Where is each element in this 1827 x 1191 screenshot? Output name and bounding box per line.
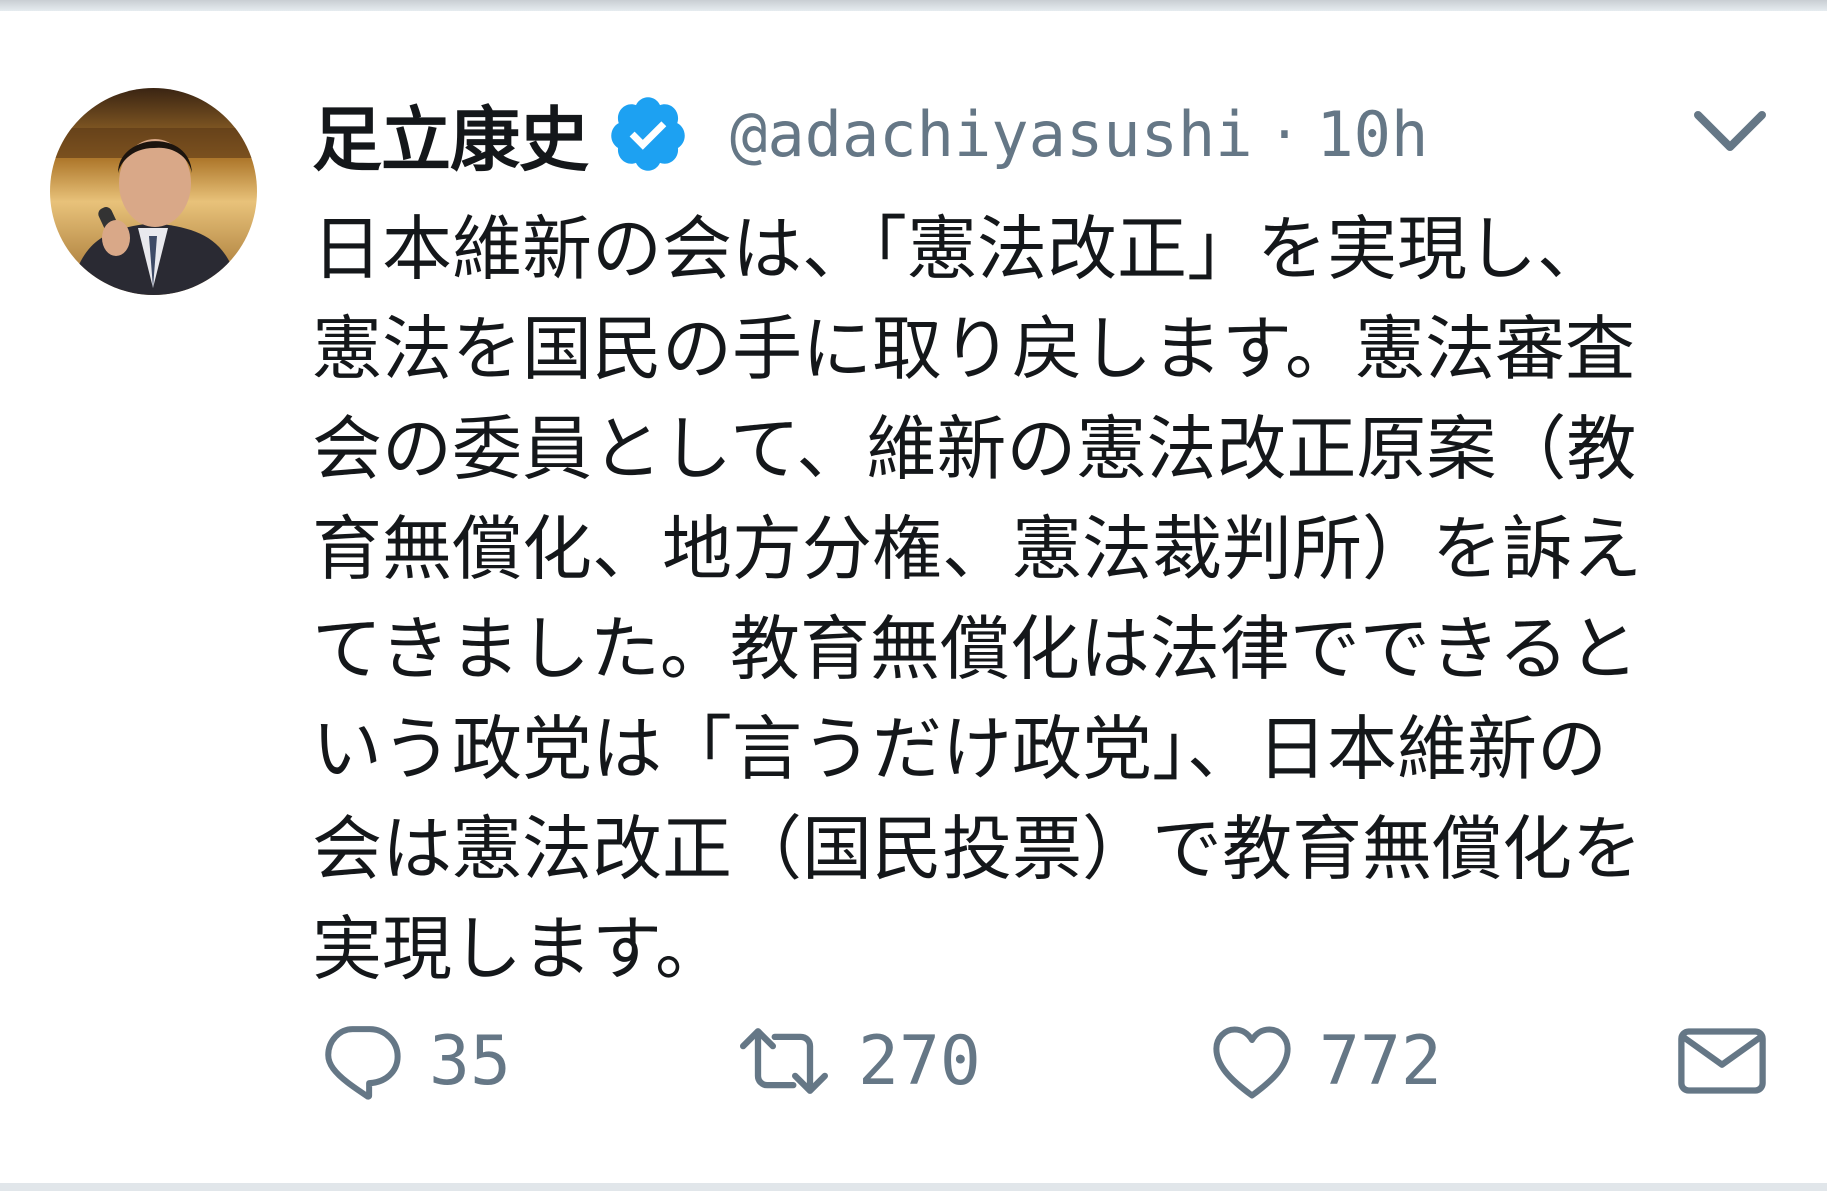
display-name[interactable]: 足立康史 [312,84,589,185]
direct-message-button[interactable] [1674,1011,1770,1111]
tweet-text-line: 実現します。 [312,908,725,990]
verified-badge-icon [611,97,685,171]
heart-icon [1213,1026,1291,1099]
tweet-text-line: 会の委員として、維新の憲法改正原案（教 [312,408,1637,490]
tweet-text-line: いう政党は「言うだけ政党」、日本維新の [312,708,1607,790]
retweet-count: 270 [858,1021,981,1101]
tweet-text-line: 日本維新の会は、「憲法改正」を実現し、 [312,208,1607,290]
avatar-photo [50,88,257,295]
bottom-divider [0,1183,1827,1191]
envelope-icon [1678,1028,1766,1094]
reply-icon [325,1026,401,1100]
tweet-text: 日本維新の会は、「憲法改正」を実現し、 憲法を国民の手に取り戻します。憲法審査 … [312,199,1772,999]
tweet-text-line: 憲法を国民の手に取り戻します。憲法審査 [312,308,1635,390]
tweet-actions: 35 270 772 [312,1011,1777,1111]
timestamp[interactable]: 10h [1316,98,1428,171]
handle[interactable]: @adachiyasushi [730,98,1253,171]
reply-button[interactable]: 35 [317,1011,511,1111]
retweet-icon [739,1028,829,1094]
tweet-text-line: てきました。教育無償化は法律でできると [312,608,1639,690]
top-divider [0,0,1827,11]
chevron-down-icon[interactable] [1690,101,1770,161]
like-button[interactable]: 772 [1207,1011,1442,1111]
tweet-header: 足立康史 @adachiyasushi · 10h [312,79,1428,189]
tweet-card[interactable]: 足立康史 @adachiyasushi · 10h 日本維新の会は、「憲法改正」… [0,11,1827,1183]
separator-dot: · [1274,97,1295,171]
tweet-text-line: 育無償化、地方分権、憲法裁判所）を訴え [312,508,1642,590]
reply-count: 35 [429,1021,511,1101]
avatar[interactable] [50,88,257,295]
like-count: 772 [1319,1021,1442,1101]
retweet-button[interactable]: 270 [732,1011,981,1111]
tweet-text-line: 会は憲法改正（国民投票）で教育無償化を [312,808,1642,890]
